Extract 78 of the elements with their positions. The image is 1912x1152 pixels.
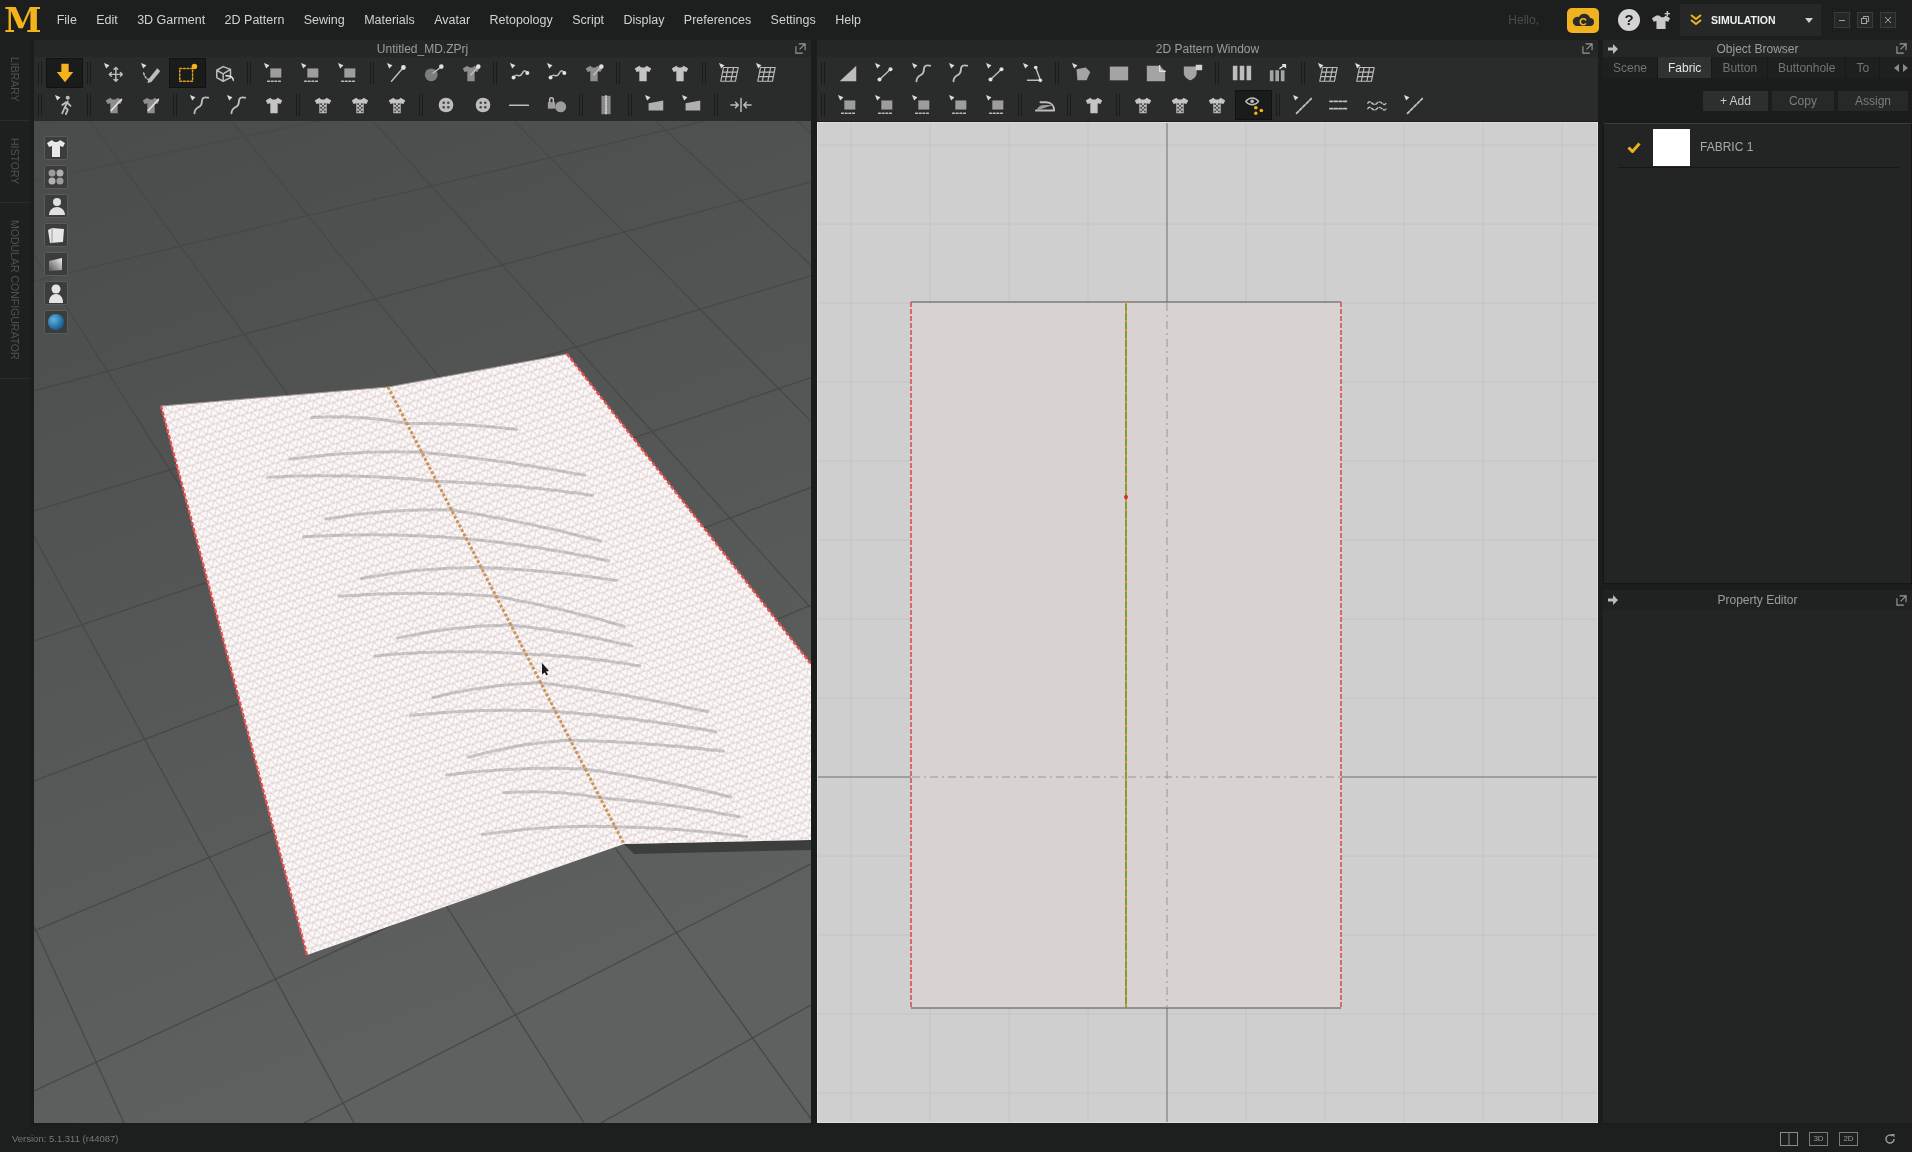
curve-icon bbox=[947, 62, 970, 84]
app-logo[interactable]: M bbox=[4, 2, 40, 38]
arrow-right-icon[interactable] bbox=[1608, 595, 1618, 605]
curve-icon bbox=[225, 94, 248, 116]
line-icon bbox=[509, 103, 530, 107]
grid-icon bbox=[1353, 62, 1376, 84]
curve-icon bbox=[188, 94, 211, 116]
caret-right-icon[interactable] bbox=[1903, 63, 1908, 72]
grid-icon bbox=[1316, 62, 1339, 84]
help-button[interactable]: ? bbox=[1618, 9, 1640, 31]
tool-button[interactable] bbox=[169, 58, 206, 88]
arrow-right-icon[interactable] bbox=[1608, 43, 1618, 54]
diagonal-dashed-icon bbox=[1402, 94, 1425, 116]
panel-title: Object Browser bbox=[1716, 41, 1799, 56]
menu-item[interactable]: Materials bbox=[354, 7, 425, 33]
restore-icon[interactable] bbox=[1857, 12, 1873, 28]
fabric-sheet-icon[interactable] bbox=[44, 223, 68, 247]
grid-icon bbox=[717, 62, 740, 84]
tab[interactable]: Fabric bbox=[1658, 57, 1713, 78]
menu-item[interactable]: Sewing bbox=[294, 7, 355, 33]
split-view-icon[interactable] bbox=[1780, 1131, 1798, 1146]
refresh-icon[interactable] bbox=[1884, 1132, 1896, 1145]
menu-item[interactable]: Display bbox=[613, 7, 675, 33]
tab[interactable]: Buttonhole bbox=[1768, 57, 1847, 78]
cursor-icon bbox=[542, 663, 549, 676]
curve-icon bbox=[910, 62, 933, 84]
minimize-icon[interactable] bbox=[1834, 12, 1850, 28]
action-button[interactable]: + Add bbox=[1702, 90, 1768, 111]
caret-left-icon[interactable] bbox=[1894, 63, 1899, 72]
menu-item[interactable]: Help bbox=[825, 7, 871, 33]
fabric-row[interactable]: FABRIC 1 bbox=[1618, 127, 1899, 168]
shirt-plus-icon[interactable] bbox=[1650, 10, 1672, 30]
menu-item[interactable]: Edit bbox=[86, 7, 128, 33]
dotted-square-icon bbox=[176, 62, 199, 84]
tool-button[interactable] bbox=[46, 58, 83, 88]
panel-title: 2D Pattern Window bbox=[1155, 41, 1260, 56]
popout-icon[interactable] bbox=[1896, 43, 1907, 54]
tool-button[interactable] bbox=[1235, 90, 1272, 120]
diagonal-dashed-icon bbox=[1291, 94, 1314, 116]
dashed-line-icon bbox=[1329, 99, 1350, 111]
popout-icon[interactable] bbox=[1896, 594, 1907, 606]
fabric-name: FABRIC 1 bbox=[1700, 140, 1754, 154]
caret-down-icon bbox=[1805, 17, 1813, 23]
sphere-pin-icon bbox=[422, 62, 445, 84]
shirt-icon[interactable] bbox=[44, 136, 68, 160]
gradient-square-icon[interactable] bbox=[44, 252, 68, 276]
mode-dropdown[interactable]: SIMULATION bbox=[1680, 4, 1821, 36]
panel-title: Property Editor bbox=[1717, 593, 1798, 607]
person-bust-icon[interactable] bbox=[44, 194, 68, 218]
view-mode-button[interactable]: 2D bbox=[1839, 1131, 1858, 1146]
popout-icon[interactable] bbox=[795, 43, 806, 54]
menu-item[interactable]: 3D Garment bbox=[127, 7, 215, 33]
eye-dots-icon bbox=[1242, 94, 1265, 116]
menu-item[interactable]: Script bbox=[562, 7, 614, 33]
person-icon[interactable] bbox=[44, 281, 68, 305]
check-icon[interactable] bbox=[1627, 141, 1641, 153]
cloud-icon[interactable] bbox=[1567, 7, 1599, 33]
tab[interactable]: To bbox=[1846, 57, 1881, 78]
menu-item[interactable]: 2D Pattern bbox=[214, 7, 295, 33]
version-text: Version: 5.1.311 (r44087) bbox=[12, 1133, 119, 1144]
menu-item[interactable]: Avatar bbox=[424, 7, 480, 33]
panel-title: Untitled_MD.ZPrj bbox=[376, 41, 469, 56]
pin-icon bbox=[385, 62, 408, 84]
move-arrows-icon bbox=[102, 62, 125, 84]
popout-icon[interactable] bbox=[1582, 43, 1593, 54]
angle-points-icon bbox=[1021, 62, 1044, 84]
menu-item[interactable]: Settings bbox=[760, 7, 826, 33]
grid-icon bbox=[754, 62, 777, 84]
globe-icon[interactable] bbox=[44, 310, 68, 334]
menu-item[interactable]: Preferences bbox=[674, 7, 761, 33]
close-icon[interactable] bbox=[1880, 12, 1896, 28]
pen-icon bbox=[139, 62, 162, 84]
menu-item[interactable]: File bbox=[47, 7, 87, 33]
tab[interactable]: Button bbox=[1712, 57, 1769, 78]
spheres-icon[interactable] bbox=[44, 165, 68, 189]
view-mode-button[interactable]: 3D bbox=[1809, 1131, 1828, 1146]
menu-item[interactable]: Retopology bbox=[479, 7, 563, 33]
double-chevron-icon bbox=[1690, 14, 1702, 26]
